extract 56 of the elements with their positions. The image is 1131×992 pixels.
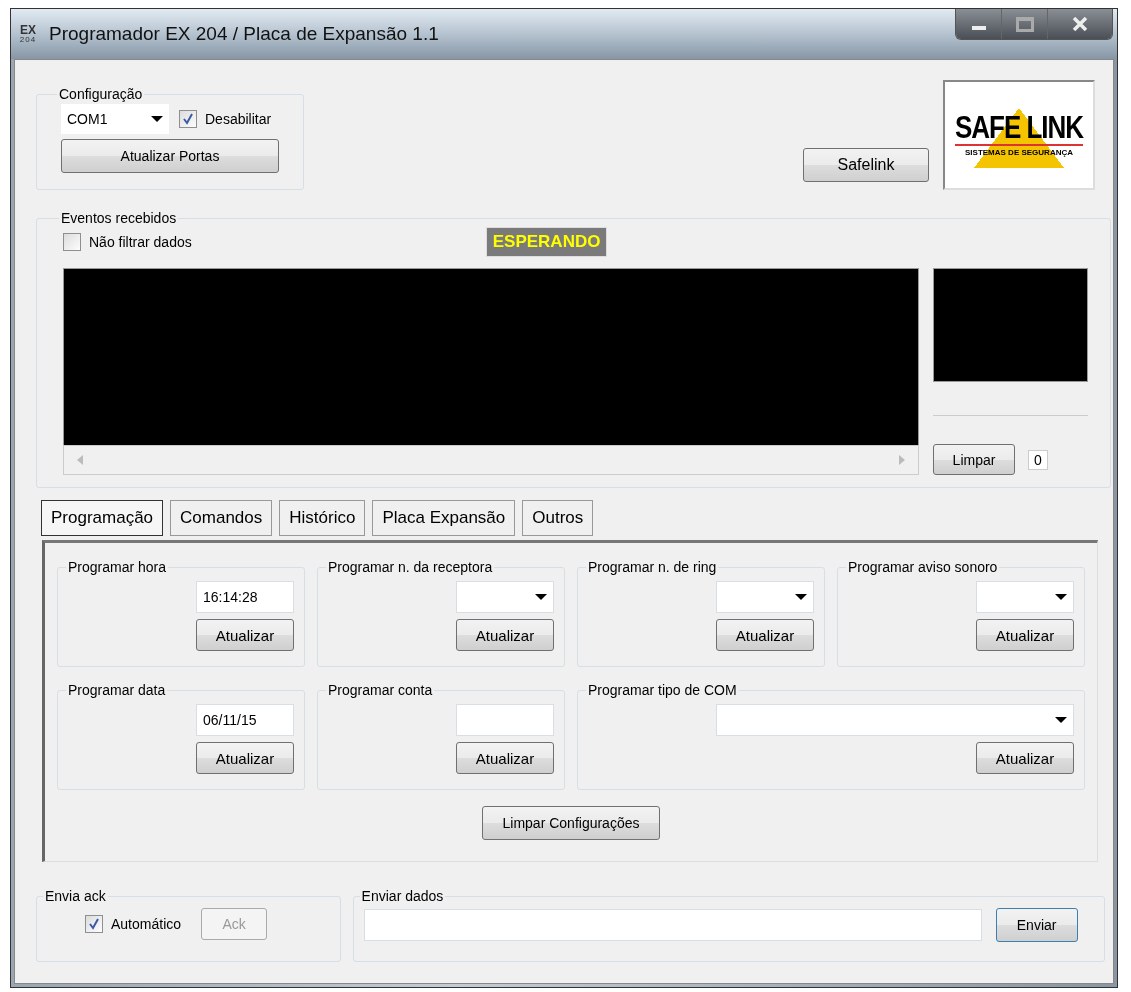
tab[interactable]: Histórico: [279, 500, 366, 536]
dropdown[interactable]: [716, 581, 814, 613]
close-icon: [1072, 17, 1088, 31]
input-field[interactable]: 16:14:28: [196, 581, 294, 613]
clear-settings-button[interactable]: Limpar Configurações: [482, 806, 660, 840]
maximize-icon: [1015, 16, 1034, 32]
update-button[interactable]: Atualizar: [976, 742, 1074, 774]
tab[interactable]: Placa Expansão: [372, 500, 516, 536]
minimize-button[interactable]: [956, 9, 1002, 39]
tab[interactable]: Comandos: [170, 500, 273, 536]
update-button[interactable]: Atualizar: [456, 742, 554, 774]
group-title: Programar aviso sonoro: [847, 559, 999, 575]
clear-button[interactable]: Limpar: [933, 444, 1015, 475]
tab[interactable]: Outros: [522, 500, 594, 536]
group-title: Programar conta: [327, 682, 434, 698]
app-icon: EX 204: [17, 24, 39, 44]
close-button[interactable]: [1048, 9, 1112, 39]
dropdown[interactable]: [716, 704, 1074, 736]
group-title: Eventos recebidos: [60, 210, 178, 226]
dropdown[interactable]: [976, 581, 1074, 613]
checkbox-label: Não filtrar dados: [89, 234, 192, 250]
update-button[interactable]: Atualizar: [716, 619, 814, 651]
update-button[interactable]: Atualizar: [196, 619, 294, 651]
input-field[interactable]: 06/11/15: [196, 704, 294, 736]
checkbox[interactable]: [85, 915, 103, 933]
dropdown[interactable]: [456, 581, 554, 613]
group-title: Programar hora: [67, 559, 168, 575]
status-label: ESPERANDO: [485, 227, 608, 257]
update-button[interactable]: Atualizar: [196, 742, 294, 774]
group-title: Envia ack: [44, 888, 107, 904]
update-button[interactable]: Atualizar: [976, 619, 1074, 651]
port-dropdown[interactable]: COM1: [61, 104, 169, 134]
input-field[interactable]: [456, 704, 554, 736]
safelink-button[interactable]: Safelink: [803, 148, 929, 182]
checkbox[interactable]: [63, 233, 81, 251]
horizontal-scrollbar[interactable]: [63, 445, 919, 475]
group-title: Programar n. da receptora: [327, 559, 494, 575]
window-title: Programador EX 204 / Placa de Expansão 1.1: [49, 23, 439, 45]
group-title: Configuração: [58, 86, 144, 102]
group-title: Programar data: [67, 682, 167, 698]
checkbox-label: Automático: [111, 916, 182, 932]
minimize-icon: [971, 26, 986, 30]
tab[interactable]: Programação: [41, 500, 164, 536]
input-field[interactable]: [363, 909, 982, 941]
checkbox[interactable]: [179, 110, 197, 128]
scroll-right-icon[interactable]: [898, 455, 906, 465]
maximize-button[interactable]: [1002, 9, 1048, 39]
scroll-left-icon[interactable]: [76, 455, 84, 465]
event-count: 0: [1028, 449, 1048, 470]
group-title: Programar tipo de COM: [587, 682, 738, 698]
refresh-ports-button[interactable]: Atualizar Portas: [61, 139, 279, 173]
group-title: Programar n. de ring: [587, 559, 718, 575]
checkbox-label: Desabilitar: [205, 111, 272, 127]
group-title: Enviar dados: [360, 888, 445, 904]
send-button[interactable]: Enviar: [995, 908, 1078, 942]
update-button[interactable]: Atualizar: [456, 619, 554, 651]
